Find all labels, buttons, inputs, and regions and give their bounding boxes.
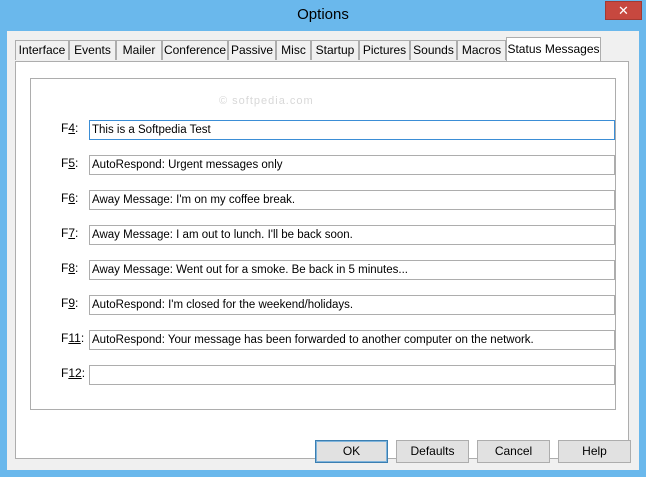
label-f11: F11: [61, 331, 85, 345]
status-message-f5-input[interactable] [89, 155, 615, 175]
options-window: Options ✕ Interface Events Mailer Confer… [0, 0, 646, 477]
label-f5: F5: [61, 156, 79, 170]
status-messages-group: F4: F5: F6: F7: F8: F9: F11: F12: [30, 78, 616, 410]
status-message-f6-input[interactable] [89, 190, 615, 210]
tab-conference[interactable]: Conference [162, 40, 228, 60]
defaults-button[interactable]: Defaults [396, 440, 469, 463]
title-bar[interactable]: Options ✕ [0, 0, 646, 31]
label-f4: F4: [61, 121, 79, 135]
tab-passive[interactable]: Passive [228, 40, 276, 60]
help-button[interactable]: Help [558, 440, 631, 463]
label-f9: F9: [61, 296, 79, 310]
tab-startup[interactable]: Startup [311, 40, 359, 60]
status-messages-panel: © softpedia.com F4: F5: F6: F7: F8: F9: … [15, 61, 629, 459]
tab-pictures[interactable]: Pictures [359, 40, 410, 60]
tab-interface[interactable]: Interface [15, 40, 69, 60]
label-f7: F7: [61, 226, 79, 240]
window-title: Options [297, 6, 349, 23]
label-f12: F12: [61, 366, 86, 380]
cancel-button[interactable]: Cancel [477, 440, 550, 463]
label-f6: F6: [61, 191, 79, 205]
tab-events[interactable]: Events [69, 40, 116, 60]
tab-status-messages[interactable]: Status Messages [506, 37, 601, 61]
tab-sounds[interactable]: Sounds [410, 40, 457, 60]
tab-macros[interactable]: Macros [457, 40, 506, 60]
status-message-f9-input[interactable] [89, 295, 615, 315]
status-message-f11-input[interactable] [89, 330, 615, 350]
status-message-f4-input[interactable] [89, 120, 615, 140]
status-message-f8-input[interactable] [89, 260, 615, 280]
ok-button[interactable]: OK [315, 440, 388, 463]
close-icon: ✕ [618, 3, 629, 18]
tab-misc[interactable]: Misc [276, 40, 311, 60]
status-message-f7-input[interactable] [89, 225, 615, 245]
close-button[interactable]: ✕ [605, 1, 642, 20]
dialog-client-area: Interface Events Mailer Conference Passi… [7, 31, 639, 470]
tab-mailer[interactable]: Mailer [116, 40, 162, 60]
status-message-f12-input[interactable] [89, 365, 615, 385]
label-f8: F8: [61, 261, 79, 275]
